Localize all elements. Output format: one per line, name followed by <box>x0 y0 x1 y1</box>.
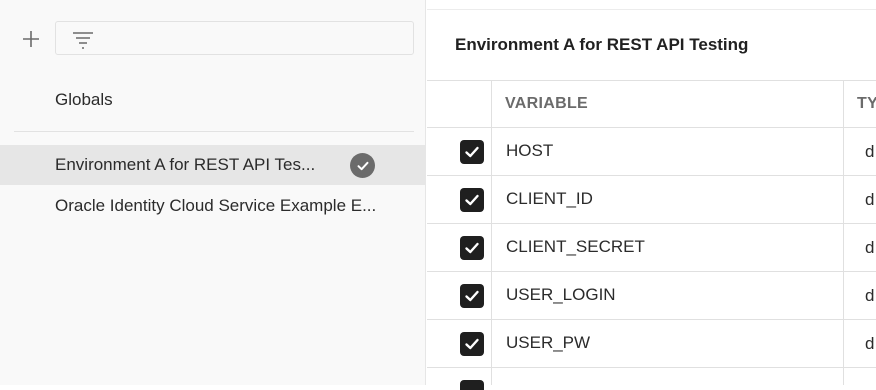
table-row: CLIENT_SECRET d <box>427 224 876 272</box>
variable-name[interactable]: CLIENT_ID <box>506 189 593 209</box>
variable-name[interactable]: USER_LOGIN <box>506 285 616 305</box>
top-divider <box>427 9 876 10</box>
sidebar-item-label: Globals <box>55 90 113 109</box>
add-environment-button[interactable] <box>18 26 44 52</box>
row-checkbox[interactable] <box>460 284 484 308</box>
sidebar-item-oracle-identity[interactable]: Oracle Identity Cloud Service Example E.… <box>0 186 426 226</box>
column-divider <box>491 81 492 385</box>
table-row: HOST d <box>427 128 876 176</box>
variable-name[interactable]: USER_PW <box>506 333 590 353</box>
table-row: CLIENT_ID d <box>427 176 876 224</box>
page-title[interactable]: Environment A for REST API Testing <box>455 35 748 55</box>
variable-type[interactable]: d <box>865 190 874 210</box>
variable-type[interactable]: d <box>865 238 874 258</box>
sidebar-divider <box>14 131 414 132</box>
row-checkbox[interactable] <box>460 332 484 356</box>
variable-type[interactable]: d <box>865 334 874 354</box>
table-row: USER_LOGIN d <box>427 272 876 320</box>
column-header-variable: VARIABLE <box>505 95 588 112</box>
row-checkbox[interactable] <box>460 188 484 212</box>
row-checkbox[interactable] <box>460 140 484 164</box>
checkmark-circle-icon <box>350 153 375 178</box>
table-row: USER_PW d <box>427 320 876 368</box>
filter-icon <box>73 32 93 49</box>
sidebar-item-globals[interactable]: Globals <box>0 80 426 120</box>
sidebar-item-label: Environment A for REST API Tes... <box>55 155 316 174</box>
variable-name[interactable]: HOST <box>506 141 553 161</box>
column-divider <box>843 81 844 385</box>
plus-icon <box>23 31 39 47</box>
table-header: VARIABLE TY <box>427 81 876 128</box>
row-checkbox[interactable] <box>460 236 484 260</box>
environment-editor: Environment A for REST API Testing VARIA… <box>427 0 876 390</box>
filter-input[interactable] <box>55 21 414 55</box>
sidebar-item-label: Oracle Identity Cloud Service Example E.… <box>55 196 377 215</box>
environment-sidebar: Globals Environment A for REST API Tes..… <box>0 0 426 385</box>
variable-type[interactable]: d <box>865 286 874 306</box>
sidebar-item-environment-a[interactable]: Environment A for REST API Tes... <box>0 145 426 185</box>
row-checkbox-partial[interactable] <box>460 380 484 390</box>
variable-type[interactable]: d <box>865 142 874 162</box>
variable-name[interactable]: CLIENT_SECRET <box>506 237 645 257</box>
column-header-type: TY <box>857 95 876 112</box>
